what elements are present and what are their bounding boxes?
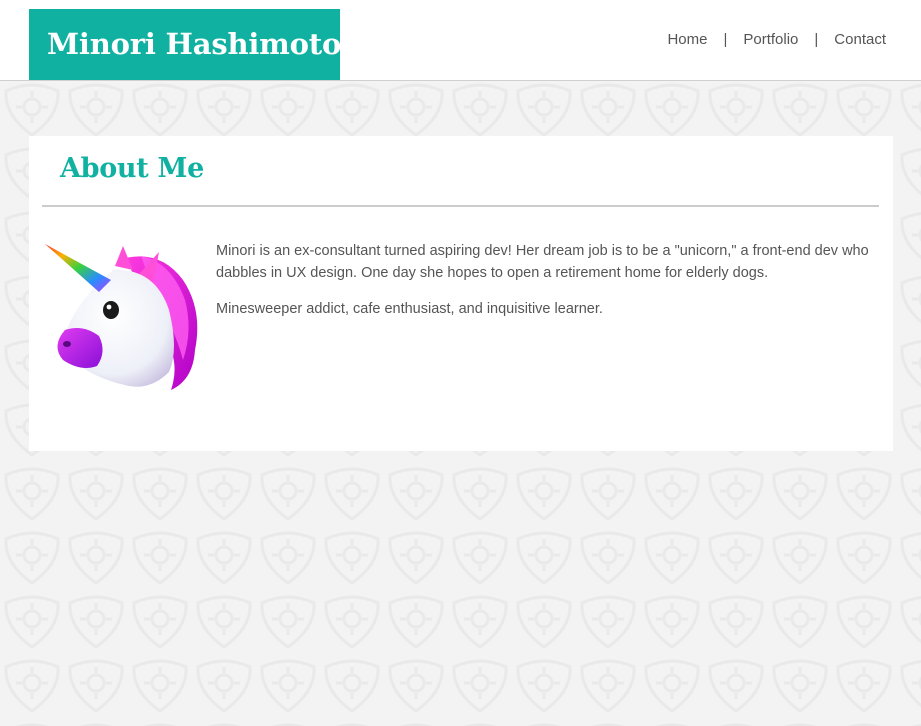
nav-link-home[interactable]: Home — [667, 31, 707, 48]
bio-paragraph-intro: Minori is an ex-consultant turned aspiri… — [216, 243, 869, 281]
bio-paragraph-hobbies: Minesweeper addict, cafe enthusiast, and… — [216, 301, 603, 317]
nav-separator: | — [814, 30, 819, 48]
site-header: Minori Hashimoto Home | Portfolio | Cont… — [0, 0, 921, 81]
nav-link-portfolio[interactable]: Portfolio — [743, 31, 798, 48]
nav-link-contact[interactable]: Contact — [834, 31, 886, 48]
nav-separator: | — [723, 30, 728, 48]
divider — [42, 205, 879, 207]
site-title[interactable]: Minori Hashimoto — [29, 9, 341, 80]
section-heading: About Me — [60, 153, 205, 184]
bio-text: Minori is an ex-consultant turned aspiri… — [216, 240, 881, 334]
about-section: About Me Minori is an ex-consultant turn… — [29, 136, 893, 451]
unicorn-icon — [45, 244, 198, 390]
main-nav: Home | Portfolio | Contact — [667, 29, 886, 49]
